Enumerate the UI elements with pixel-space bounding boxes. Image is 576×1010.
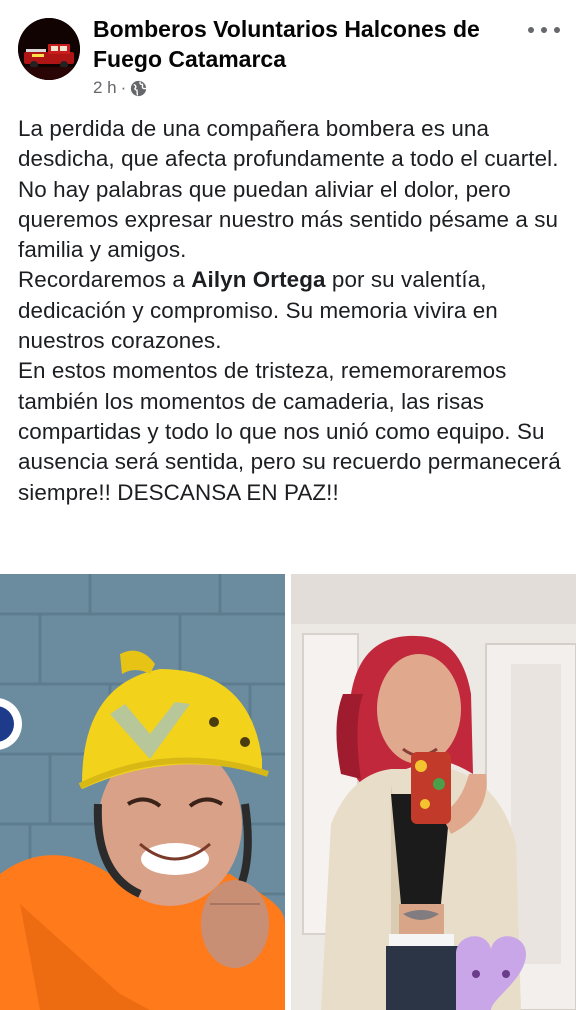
meta-separator: · xyxy=(120,78,127,97)
post-paragraph-3: En estos momentos de tristeza, rememorar… xyxy=(18,358,561,505)
post-header: Bomberos Voluntarios Halcones de Fuego C… xyxy=(0,0,576,110)
photo-firefighter[interactable] xyxy=(0,574,285,1010)
post-meta: 2 h · xyxy=(93,77,147,99)
page-avatar[interactable] xyxy=(18,18,80,80)
post-paragraph-1: La perdida de una compañera bombera es u… xyxy=(18,116,559,263)
globe-icon[interactable] xyxy=(130,80,147,97)
more-horizontal-icon[interactable] xyxy=(528,18,560,42)
page-name[interactable]: Bomberos Voluntarios Halcones de Fuego C… xyxy=(93,14,513,74)
photo-grid xyxy=(0,574,576,1010)
photo-selfie[interactable] xyxy=(291,574,576,1010)
mentioned-name: Ailyn Ortega xyxy=(191,267,326,293)
post-paragraph-2-start: Recordaremos a xyxy=(18,267,192,293)
post-message: La perdida de una compañera bombera es u… xyxy=(18,114,563,508)
post-time[interactable]: 2 h xyxy=(93,78,117,98)
post-paragraph-2: Recordaremos a Ailyn Ortega por su valen… xyxy=(18,265,563,356)
